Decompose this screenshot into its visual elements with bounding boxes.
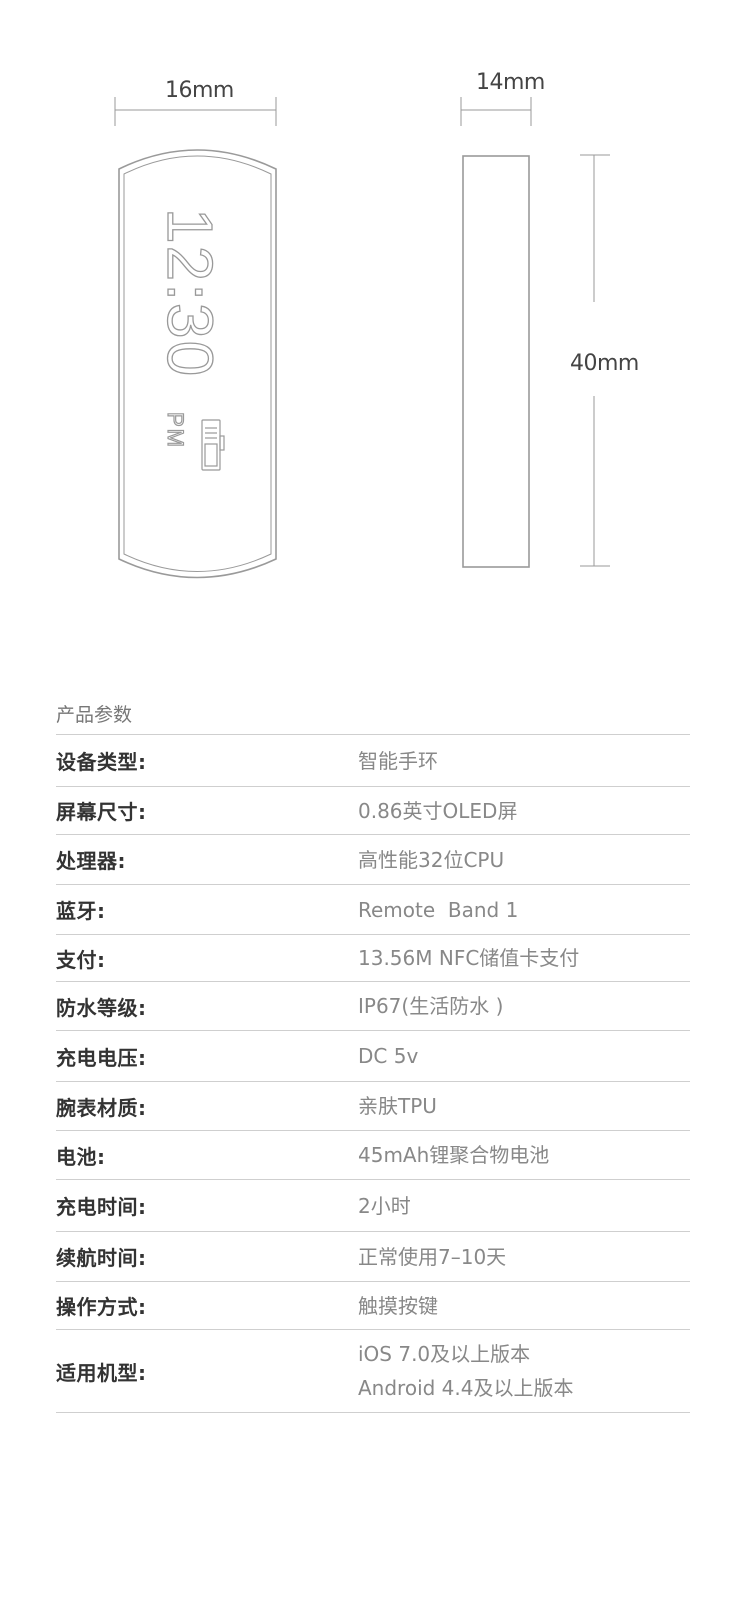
spec-value: DC 5v — [358, 1031, 690, 1081]
spec-value: 45mAh锂聚合物电池 — [358, 1131, 690, 1179]
spec-value-text: 13.56M NFC储值卡支付 — [358, 946, 580, 970]
spec-label: 蓝牙: — [56, 899, 106, 923]
spec-value: iOS 7.0及以上版本 Android 4.4及以上版本 — [358, 1330, 690, 1412]
spec-table: 产品参数 设备类型: 智能手环 屏幕尺寸: 0.86英寸OLED屏 处理器: 高… — [56, 700, 690, 1413]
spec-row-screen-size: 屏幕尺寸: 0.86英寸OLED屏 — [56, 787, 690, 835]
depth-dimension-line — [460, 97, 532, 126]
height-label: 40mm — [570, 351, 639, 376]
spec-value: IP67(生活防水 ) — [358, 982, 690, 1030]
spec-value-text: IP67(生活防水 ) — [358, 994, 504, 1018]
spec-row-processor: 处理器: 高性能32位CPU — [56, 835, 690, 885]
spec-table-title: 产品参数 — [56, 700, 690, 735]
spec-row-operation: 操作方式: 触摸按键 — [56, 1282, 690, 1330]
spec-label: 适用机型: — [56, 1360, 147, 1385]
spec-value: 正常使用7–10天 — [358, 1232, 690, 1281]
spec-value-text: Android 4.4及以上版本 — [358, 1376, 574, 1400]
spec-value-text: DC 5v — [358, 1044, 419, 1068]
spec-row-battery: 电池: 45mAh锂聚合物电池 — [56, 1131, 690, 1180]
spec-value: 0.86英寸OLED屏 — [358, 787, 690, 834]
spec-label: 处理器: — [56, 849, 126, 873]
spec-value-text: 0.86英寸OLED屏 — [358, 798, 518, 823]
spec-row-device-type: 设备类型: 智能手环 — [56, 735, 690, 787]
spec-label: 屏幕尺寸: — [56, 800, 147, 824]
spec-label: 支付: — [56, 947, 106, 972]
spec-label: 续航时间: — [56, 1246, 147, 1270]
spec-label: 腕表材质: — [56, 1095, 147, 1120]
spec-value: 13.56M NFC储值卡支付 — [358, 935, 690, 981]
spec-label: 充电电压: — [56, 1045, 147, 1070]
device-side-view — [462, 155, 530, 568]
spec-label: 设备类型: — [56, 750, 147, 774]
spec-value-text: 2小时 — [358, 1193, 411, 1218]
spec-value: 2小时 — [358, 1180, 690, 1231]
spec-row-waterproof: 防水等级: IP67(生活防水 ) — [56, 982, 690, 1031]
spec-value-text: Remote Band 1 — [358, 897, 519, 922]
spec-value-text: 触摸按键 — [358, 1293, 438, 1318]
spec-value-text: 高性能32位CPU — [358, 847, 505, 872]
spec-row-payment: 支付: 13.56M NFC储值卡支付 — [56, 935, 690, 982]
spec-value: 智能手环 — [358, 735, 690, 786]
spec-value-text: 亲肤TPU — [358, 1094, 437, 1118]
spec-value-text: iOS 7.0及以上版本 — [358, 1342, 531, 1366]
spec-row-compatibility: 适用机型: iOS 7.0及以上版本 Android 4.4及以上版本 — [56, 1330, 690, 1413]
spec-value: Remote Band 1 — [358, 885, 690, 934]
spec-value-text: 正常使用7–10天 — [358, 1244, 507, 1269]
device-drawing: 12:30 PM — [114, 97, 610, 579]
battery-icon — [201, 419, 225, 471]
depth-label: 14mm — [476, 70, 545, 95]
spec-value: 触摸按键 — [358, 1282, 690, 1329]
spec-value-text: 45mAh锂聚合物电池 — [358, 1143, 550, 1167]
spec-label: 防水等级: — [56, 995, 147, 1020]
spec-row-battery-life: 续航时间: 正常使用7–10天 — [56, 1232, 690, 1282]
spec-row-strap-material: 腕表材质: 亲肤TPU — [56, 1082, 690, 1131]
device-screen: 12:30 PM — [153, 207, 226, 449]
device-time: 12:30 — [154, 208, 226, 378]
spec-value-text: 智能手环 — [358, 748, 438, 773]
spec-value: 亲肤TPU — [358, 1082, 690, 1130]
spec-row-charging-time: 充电时间: 2小时 — [56, 1180, 690, 1232]
spec-label: 充电时间: — [56, 1195, 147, 1219]
spec-row-charging-voltage: 充电电压: DC 5v — [56, 1031, 690, 1082]
width-label: 16mm — [165, 78, 234, 103]
spec-row-bluetooth: 蓝牙: Remote Band 1 — [56, 885, 690, 935]
spec-value: 高性能32位CPU — [358, 835, 690, 884]
device-meridiem: PM — [163, 412, 188, 449]
spec-label: 电池: — [56, 1144, 106, 1169]
dimension-diagram: 12:30 PM 16mm 14mm 40mm — [0, 0, 750, 620]
spec-label: 操作方式: — [56, 1295, 147, 1319]
